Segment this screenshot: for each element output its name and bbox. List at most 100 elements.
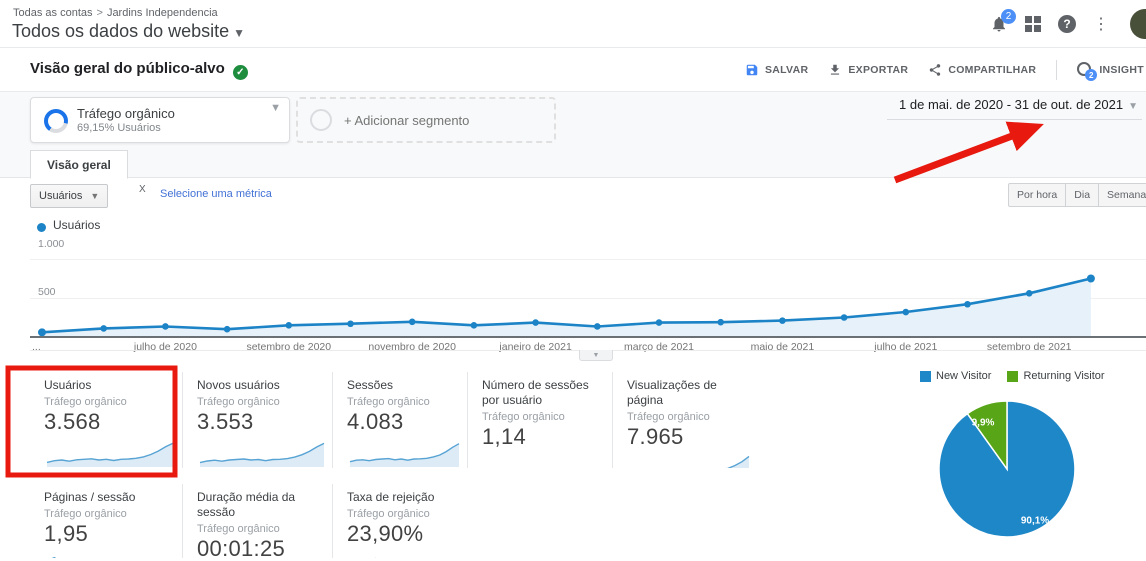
chevron-down-icon: ▼ xyxy=(1128,101,1138,112)
granularity-week[interactable]: Semana xyxy=(1099,183,1146,207)
metric-card-title: Novos usuários xyxy=(197,378,280,392)
metric-sparkline xyxy=(51,556,57,558)
x-axis-tick: setembro de 2021 xyxy=(986,341,1072,353)
add-segment-button[interactable]: + Adicionar segmento xyxy=(296,97,556,143)
granularity-hour[interactable]: Por hora xyxy=(1008,183,1067,207)
page-title: Visão geral do público-alvo ✓ xyxy=(30,60,248,80)
chevron-down-icon[interactable]: ▼ xyxy=(270,102,281,114)
segment-card-organic-traffic[interactable]: Tráfego orgânico 69,15% Usuários ▼ xyxy=(30,97,290,143)
metric-card-segment: Tráfego orgânico xyxy=(482,411,565,423)
breadcrumb-all-accounts[interactable]: Todas as contas xyxy=(13,7,93,19)
pie-slice-label-green: 9,9% xyxy=(971,417,995,429)
metric-card-title: Duração média da sessão xyxy=(197,490,296,519)
metric-card-title: Número de sessões por usuário xyxy=(482,378,589,407)
pie-slice-label-blue: 90,1% xyxy=(1020,515,1050,527)
add-segment-label: + Adicionar segmento xyxy=(344,112,470,128)
metric-card-segment: Tráfego orgânico xyxy=(44,396,127,408)
view-selector[interactable]: Todos os dados do website ▼ xyxy=(12,21,245,42)
segment-ring-icon xyxy=(44,109,68,133)
metric-card-title: Visualizações de página xyxy=(627,378,717,407)
verified-check-icon: ✓ xyxy=(232,64,248,80)
share-button[interactable]: COMPARTILHAR xyxy=(928,63,1036,77)
kebab-menu-icon[interactable]: ⋮ xyxy=(1084,7,1118,41)
chart-collapse-handle[interactable]: ▼ xyxy=(579,350,613,361)
breadcrumb-separator: > xyxy=(96,7,103,19)
segment-name: Tráfego orgânico xyxy=(77,106,175,121)
save-button[interactable]: SALVAR xyxy=(745,63,808,77)
metric-remove-x[interactable]: X xyxy=(139,184,146,195)
breadcrumb: Todas as contas > Jardins Independencia xyxy=(13,7,218,19)
insight-count-badge: 2 xyxy=(1085,69,1098,81)
metric-card-segment: Tráfego orgânico xyxy=(44,508,127,520)
x-axis-tick: setembro de 2020 xyxy=(246,341,332,353)
metric-card-segment: Tráfego orgânico xyxy=(197,396,280,408)
date-range-selector[interactable]: 1 de mai. de 2020 - 31 de out. de 2021 ▼ xyxy=(887,97,1142,120)
series-legend-label: Usuários xyxy=(53,218,101,232)
metric-card: Páginas / sessão Tráfego orgânico 1,95 xyxy=(30,484,180,558)
metric-card-segment: Tráfego orgânico xyxy=(347,508,430,520)
granularity-buttons: Por hora Dia Semana Mês xyxy=(1008,183,1146,207)
metric-card-value: 00:01:25 xyxy=(197,536,286,561)
metric-card: Novos usuários Tráfego orgânico 3.553 xyxy=(182,372,330,468)
legend-label: New Visitor xyxy=(936,370,992,382)
save-button-label: SALVAR xyxy=(764,64,809,76)
metric-card: Sessões Tráfego orgânico 4.083 xyxy=(332,372,465,468)
segment-detail: 69,15% Usuários xyxy=(77,122,161,134)
metric-card-title: Sessões xyxy=(347,378,394,392)
insights-icon: 2 xyxy=(1077,62,1098,81)
breadcrumb-property[interactable]: Jardins Independencia xyxy=(107,7,218,19)
x-axis-tick: janeiro de 2021 xyxy=(499,341,572,353)
metric-card-value: 7.965 xyxy=(627,424,684,449)
segment-circle-icon xyxy=(310,109,332,131)
metric-dropdown-label: Usuários xyxy=(39,190,83,202)
pie-legend: New Visitor Returning Visitor xyxy=(920,370,1105,382)
metric-card: Visualizações de página Tráfego orgânico 7… xyxy=(612,372,755,468)
legend-label: Returning Visitor xyxy=(1023,370,1105,382)
metric-sparkline xyxy=(199,442,325,467)
chevron-down-icon: ▼ xyxy=(90,191,100,201)
help-icon[interactable]: ? xyxy=(1050,7,1084,41)
granularity-day[interactable]: Dia xyxy=(1066,183,1100,207)
analytics-dashboard: Todas as contas > Jardins Independencia To… xyxy=(0,0,1146,561)
metric-card: Duração média da sessão Tráfego orgânico 0… xyxy=(182,484,330,561)
notifications-count-badge: 2 xyxy=(1001,9,1016,24)
share-button-label: COMPARTILHAR xyxy=(948,64,1037,76)
x-axis-tick: julho de 2020 xyxy=(133,341,197,353)
metric-sparkline xyxy=(349,443,460,467)
metric-card-title: Páginas / sessão xyxy=(44,490,136,504)
metric-card-value: 4.083 xyxy=(347,409,404,434)
insight-button[interactable]: 2 INSIGHT xyxy=(1077,62,1144,81)
x-axis-tick: maio de 2021 xyxy=(750,341,815,353)
tab-overview[interactable]: Visão geral xyxy=(30,150,128,179)
view-selector-label: Todos os dados do website xyxy=(12,21,230,41)
metric-card: Taxa de rejeição Tráfego orgânico 23,90% xyxy=(332,484,465,558)
date-range-label: 1 de mai. de 2020 - 31 de out. de 2021 xyxy=(899,97,1124,112)
legend-item-new-visitor: New Visitor xyxy=(920,370,991,382)
x-axis-tick: julho de 2021 xyxy=(874,341,938,353)
report-header: Visão geral do público-alvo ✓ SALVAR EXPO… xyxy=(0,48,1146,92)
legend-swatch-green xyxy=(1007,370,1019,382)
metric-card-value: 3.553 xyxy=(197,409,254,434)
x-axis-tick: novembro de 2020 xyxy=(368,341,456,353)
metric-sparkline xyxy=(375,557,376,558)
metric-card: Número de sessões por usuário Tráfego org… xyxy=(467,372,610,468)
legend-swatch-blue xyxy=(920,370,931,382)
metric-dropdown[interactable]: Usuários ▼ xyxy=(30,184,109,208)
metric-card: Usuários Tráfego orgânico 3.568 xyxy=(30,372,180,468)
select-metric-link[interactable]: Selecione uma métrica xyxy=(160,188,272,200)
metric-card-segment: Tráfego orgânico xyxy=(197,523,280,535)
x-axis-tick: março de 2021 xyxy=(623,341,695,353)
export-button[interactable]: EXPORTAR xyxy=(828,63,908,77)
users-line-chart xyxy=(38,274,1095,337)
apps-grid-icon[interactable] xyxy=(1016,7,1050,41)
metric-card-segment: Tráfego orgânico xyxy=(347,396,430,408)
x-axis-tick: ... xyxy=(32,341,41,353)
top-bar: Todas as contas > Jardins Independencia To… xyxy=(0,0,1146,48)
metric-sparkline xyxy=(482,450,607,468)
chevron-down-icon: ▼ xyxy=(233,26,246,40)
metric-sparkline xyxy=(46,442,174,467)
legend-item-returning-visitor: Returning Visitor xyxy=(1007,370,1105,382)
export-button-label: EXPORTAR xyxy=(848,64,909,76)
notifications-bell-icon[interactable]: 2 xyxy=(982,7,1016,41)
x-axis-line xyxy=(30,336,1146,338)
